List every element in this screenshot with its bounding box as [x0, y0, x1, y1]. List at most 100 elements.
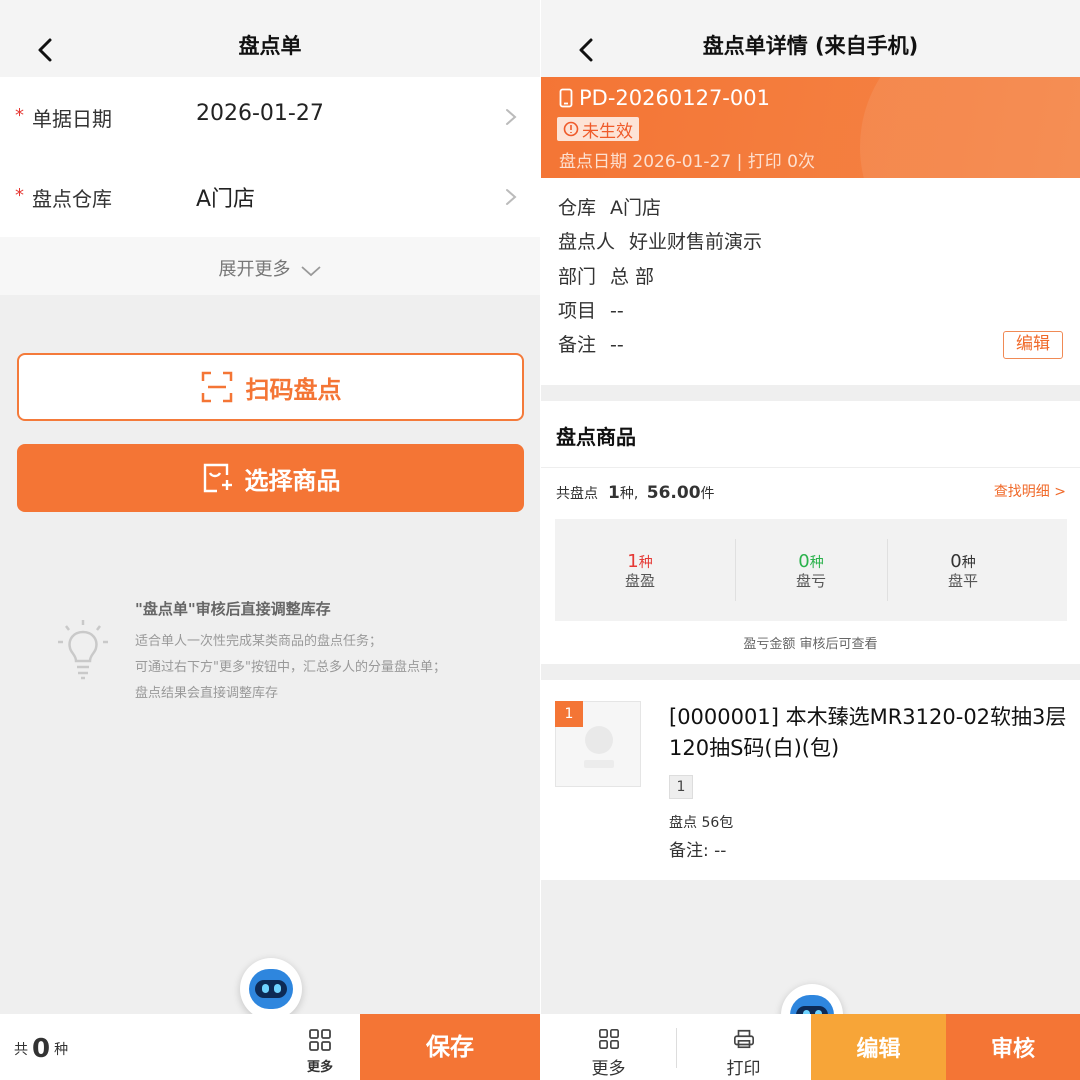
- stat-surplus: 1种 盘盈: [555, 519, 725, 621]
- header-decoration: [860, 77, 1080, 178]
- assistant-bot-button[interactable]: [240, 958, 302, 1020]
- chevron-right-icon: [506, 109, 517, 125]
- warehouse-label: 盘点仓库: [32, 187, 112, 211]
- printer-icon: [733, 1029, 754, 1049]
- expand-more-label: 展开更多: [218, 259, 291, 280]
- print-button[interactable]: 打印: [676, 1014, 811, 1080]
- info-value: --: [610, 300, 624, 322]
- select-goods-button[interactable]: 选择商品: [17, 444, 524, 512]
- stat-shortage: 0种 盘亏: [726, 519, 896, 621]
- info-card: 仓库 A门店 盘点人 好业财售前演示 部门总 部 项目 -- 备注 -- 编辑: [541, 178, 1080, 385]
- info-row-department: 部门总 部: [558, 262, 654, 289]
- edit-button[interactable]: 编辑: [811, 1014, 946, 1080]
- stat-unit: 种: [961, 555, 976, 571]
- alert-circle-icon: [563, 121, 579, 137]
- goods-summary: 共盘点 1种, 56.00件: [556, 483, 715, 503]
- stat-unit: 种: [638, 555, 653, 571]
- tip-line: 盘点结果会直接调整库存: [135, 686, 279, 701]
- item-tag: 1: [669, 775, 693, 799]
- bottom-bar: 共0种 更多 保存: [0, 1014, 540, 1080]
- tip-title: "盘点单"审核后直接调整库存: [135, 600, 331, 618]
- stat-value: 1种: [555, 551, 725, 572]
- item-index: 1: [555, 701, 583, 727]
- required-mark: *: [15, 185, 24, 206]
- scan-count-button[interactable]: 扫码盘点: [17, 353, 524, 421]
- grid-icon: [598, 1029, 619, 1049]
- date-label: 单据日期: [32, 107, 112, 131]
- count-unit: 种: [54, 1042, 69, 1058]
- stat-value: 0种: [878, 551, 1048, 572]
- info-row-project: 项目 --: [558, 296, 624, 323]
- left-screen: 盘点单 * 单据日期 2026-01-27 * 盘点仓库 A门店 展开更多 扫码…: [0, 0, 540, 1080]
- right-screen: 盘点单详情 (来自手机) PD-20260127-001 未生效 盘点日期 20…: [541, 0, 1080, 1080]
- item-remark: 备注: --: [669, 841, 727, 861]
- page-title: 盘点单: [238, 34, 302, 58]
- print-label: 打印: [726, 1059, 761, 1079]
- expand-more-button[interactable]: 展开更多: [0, 237, 540, 295]
- info-row-warehouse: 仓库 A门店: [558, 193, 661, 220]
- stat-value: 0种: [726, 551, 896, 572]
- stat-balanced: 0种 盘平: [878, 519, 1048, 621]
- audit-button[interactable]: 审核: [946, 1014, 1080, 1080]
- item-qty: 盘点 56包: [669, 815, 734, 831]
- document-number-text: PD-20260127-001: [579, 86, 770, 110]
- grid-icon: [309, 1029, 331, 1051]
- page-title: 盘点单详情 (来自手机): [702, 34, 919, 58]
- status-text: 未生效: [582, 121, 633, 142]
- robot-eye: [274, 984, 281, 993]
- more-label: 更多: [306, 1060, 333, 1075]
- date-row[interactable]: * 单据日期 2026-01-27: [0, 77, 540, 157]
- select-goods-label: 选择商品: [244, 466, 341, 495]
- tip-line: 适合单人一次性完成某类商品的盘点任务；: [135, 634, 383, 649]
- stat-number: 1: [627, 551, 639, 572]
- stat-label: 盘盈: [624, 572, 655, 590]
- warehouse-value: A门店: [196, 187, 256, 212]
- goods-item[interactable]: 1 [0000001] 本木臻选MR3120-02软抽3层120抽S码(白)(包…: [541, 680, 1080, 880]
- status-badge: 未生效: [557, 117, 639, 142]
- save-button[interactable]: 保存: [360, 1014, 540, 1080]
- info-value: 好业财售前演示: [629, 231, 763, 253]
- stat-number: 0: [798, 551, 810, 572]
- edit-info-button[interactable]: 编辑: [1003, 331, 1063, 359]
- info-label: 仓库: [558, 197, 597, 219]
- robot-visor: [255, 980, 287, 998]
- lightbulb-icon: [58, 620, 108, 680]
- info-value: --: [610, 334, 624, 356]
- nav-bar: 盘点单: [0, 0, 540, 77]
- summary-qty: 56.00: [646, 483, 701, 503]
- info-value: A门店: [610, 197, 662, 219]
- more-button[interactable]: 更多: [298, 1028, 342, 1080]
- required-mark: *: [15, 105, 24, 126]
- item-count: 共0种: [14, 1034, 68, 1064]
- chevron-right-icon: [506, 189, 517, 205]
- info-label: 项目: [558, 300, 597, 322]
- stat-label: 盘亏: [795, 572, 826, 590]
- summary-kinds-unit: 种,: [619, 486, 639, 502]
- summary-label: 共盘点: [556, 486, 598, 502]
- divider: [541, 467, 1080, 468]
- document-header: PD-20260127-001 未生效 盘点日期 2026-01-27 | 打印…: [541, 77, 1080, 178]
- info-row-remark: 备注 --: [558, 330, 624, 357]
- find-detail-link[interactable]: 查找明细 >: [994, 481, 1066, 501]
- tip-line: 可通过右下方"更多"按钮中，汇总多人的分量盘点单；: [135, 660, 446, 675]
- stats-panel: 1种 盘盈 0种 盘亏 0种 盘平: [555, 519, 1067, 621]
- info-label: 盘点人: [558, 231, 616, 253]
- warehouse-row[interactable]: * 盘点仓库 A门店: [0, 157, 540, 237]
- document-meta: 盘点日期 2026-01-27 | 打印 0次: [559, 152, 815, 172]
- more-button[interactable]: 更多: [541, 1014, 676, 1080]
- date-value: 2026-01-27: [196, 101, 324, 126]
- summary-kinds: 1: [608, 483, 620, 503]
- info-label: 部门: [558, 266, 597, 288]
- count-prefix: 共: [14, 1042, 28, 1058]
- chevron-down-icon: [300, 265, 321, 276]
- info-value: 总 部: [610, 266, 655, 288]
- phone-icon: [559, 88, 573, 108]
- select-goods-icon: [203, 463, 232, 493]
- item-name: [0000001] 本木臻选MR3120-02软抽3层120抽S码(白)(包): [669, 705, 1067, 760]
- goods-card: 盘点商品 共盘点 1种, 56.00件 查找明细 > 1种 盘盈 0种 盘亏 0种…: [541, 401, 1080, 664]
- form-card: * 单据日期 2026-01-27 * 盘点仓库 A门店: [0, 77, 540, 237]
- count-value: 0: [32, 1034, 51, 1064]
- summary-qty-unit: 件: [700, 486, 715, 502]
- amount-note: 盈亏金额 审核后可查看: [743, 637, 878, 652]
- info-row-checker: 盘点人 好业财售前演示: [558, 227, 762, 254]
